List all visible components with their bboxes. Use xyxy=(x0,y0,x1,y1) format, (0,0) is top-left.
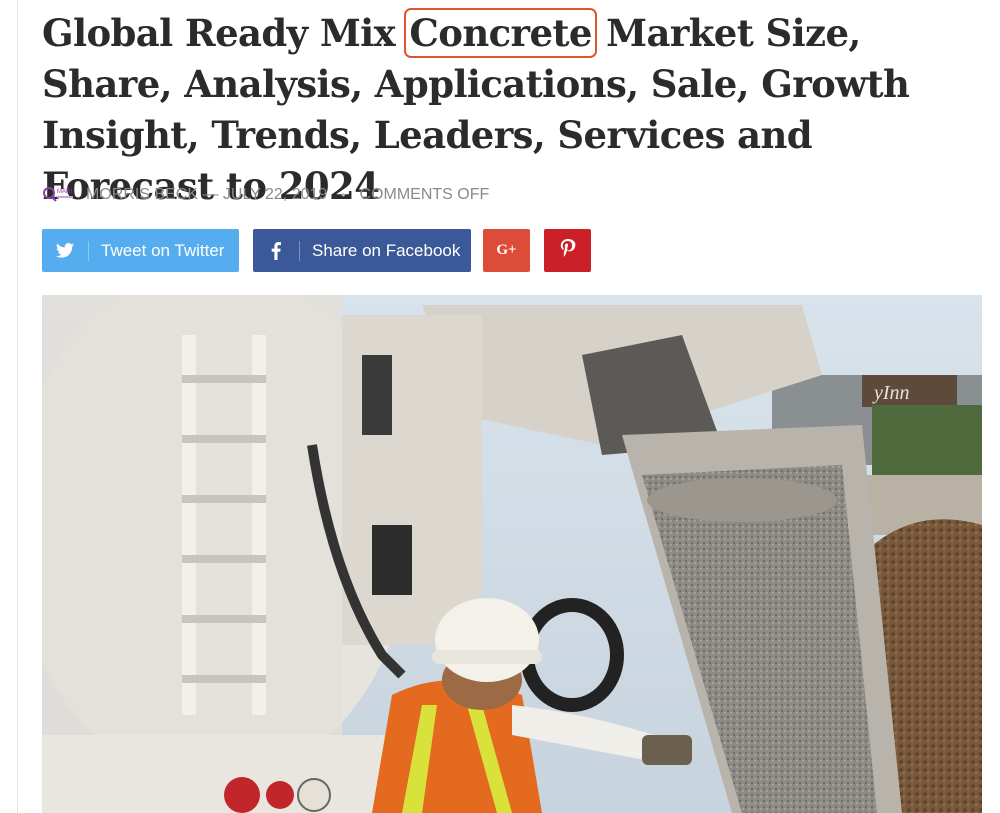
button-divider xyxy=(299,240,300,261)
facebook-label: Share on Facebook xyxy=(312,240,461,260)
tweet-label: Tweet on Twitter xyxy=(101,240,225,260)
title-highlight: Concrete xyxy=(404,8,597,58)
comments-status: COMMENTS OFF xyxy=(359,186,490,203)
author-date[interactable]: MORRIS BECK — JULY 22, 2019 xyxy=(86,186,327,204)
google-plus-icon: G+ xyxy=(496,242,517,258)
concrete-truck-photo-icon: yInn xyxy=(42,295,982,813)
pinterest-button[interactable] xyxy=(544,229,591,272)
publisher-logo-icon[interactable]: MARI xyxy=(42,184,78,206)
google-plus-button[interactable]: G+ xyxy=(483,229,530,272)
article-photo: yInn xyxy=(42,295,982,813)
button-divider xyxy=(88,240,89,261)
pinterest-icon xyxy=(560,239,576,262)
hotel-sign-text: yInn xyxy=(872,382,910,404)
page-border xyxy=(17,0,18,813)
meta-separator: • xyxy=(341,188,346,202)
facebook-icon xyxy=(253,241,299,260)
logo-text: MARI xyxy=(57,189,72,195)
tweet-button[interactable]: Tweet on Twitter xyxy=(42,229,239,272)
facebook-share-button[interactable]: Share on Facebook xyxy=(253,229,471,272)
title-text-before: Global Ready Mix xyxy=(42,11,408,55)
article-meta: MARI MORRIS BECK — JULY 22, 2019 • COMME… xyxy=(42,182,489,208)
twitter-icon xyxy=(42,243,88,258)
